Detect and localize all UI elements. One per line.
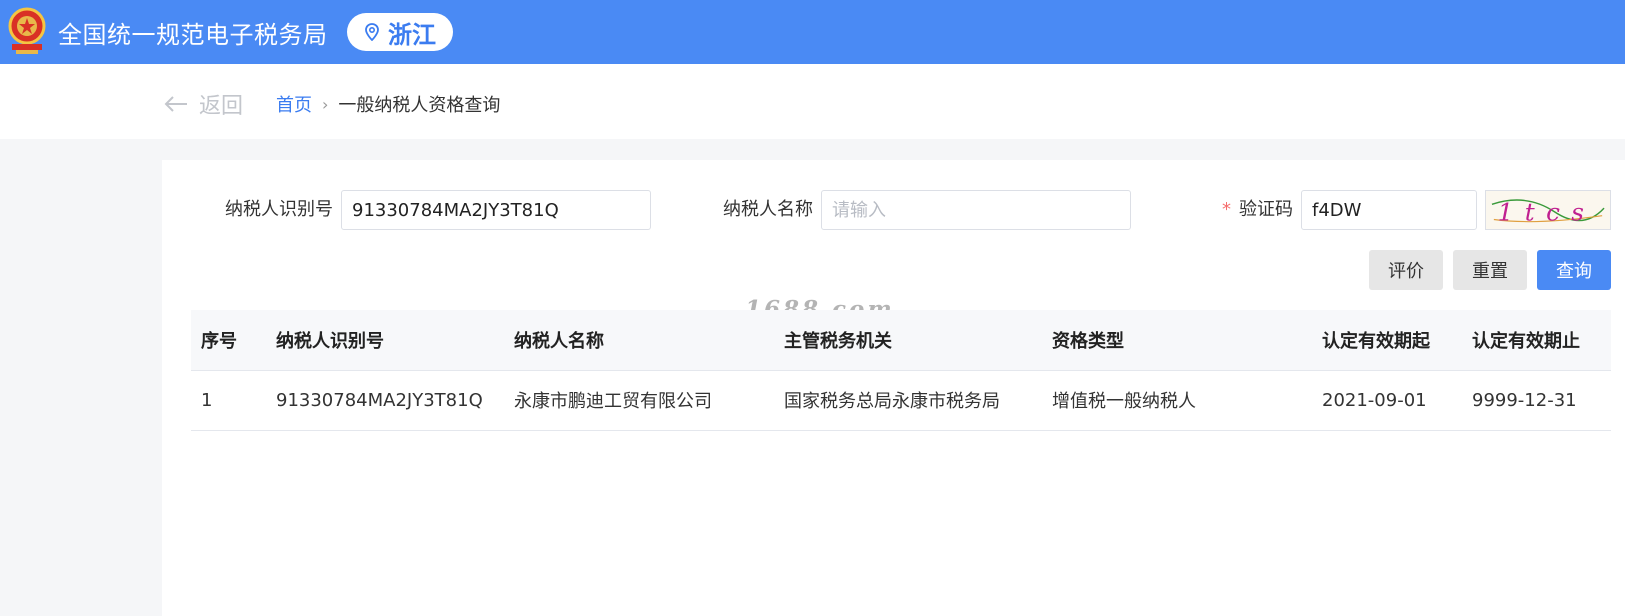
breadcrumb: 首页 › 一般纳税人资格查询 — [276, 91, 500, 117]
taxpayer-name-input[interactable] — [821, 190, 1131, 230]
search-button[interactable]: 查询 — [1537, 250, 1611, 290]
breadcrumb-home[interactable]: 首页 — [276, 91, 312, 117]
column-header-valid-to: 认定有效期止 — [1462, 310, 1611, 371]
top-header: 全国统一规范电子税务局 浙江 — [0, 0, 1625, 64]
column-header-index: 序号 — [191, 310, 266, 371]
column-header-taxpayer-name: 纳税人名称 — [504, 310, 774, 371]
arrow-left-icon — [164, 96, 187, 112]
column-header-qualification-type: 资格类型 — [1042, 310, 1312, 371]
captcha-input[interactable] — [1301, 190, 1477, 230]
site-title: 全国统一规范电子税务局 — [58, 21, 328, 49]
table-row: 1 91330784MA2JY3T81Q 永康市鹏迪工贸有限公司 国家税务总局永… — [191, 370, 1611, 431]
cell-taxpayer-name: 永康市鹏迪工贸有限公司 — [504, 370, 774, 431]
column-header-taxpayer-id: 纳税人识别号 — [266, 310, 504, 371]
cell-index: 1 — [191, 370, 266, 431]
column-header-tax-authority: 主管税务机关 — [774, 310, 1042, 371]
cell-valid-to: 9999-12-31 — [1462, 370, 1611, 431]
cell-valid-from: 2021-09-01 — [1312, 370, 1462, 431]
results-table: 序号 纳税人识别号 纳税人名称 主管税务机关 资格类型 认定有效期起 认定有效期… — [191, 310, 1611, 431]
required-mark: * — [1222, 199, 1231, 220]
taxpayer-name-label: 纳税人名称 — [723, 199, 813, 220]
breadcrumb-separator: › — [322, 94, 329, 114]
back-button[interactable]: 返回 — [163, 88, 243, 120]
taxpayer-id-input[interactable] — [341, 190, 651, 230]
captcha-label-group: * 验证码 — [1222, 190, 1293, 230]
table-header-row: 序号 纳税人识别号 纳税人名称 主管税务机关 资格类型 认定有效期起 认定有效期… — [191, 310, 1611, 371]
column-header-valid-from: 认定有效期起 — [1312, 310, 1462, 371]
breadcrumb-current: 一般纳税人资格查询 — [338, 95, 501, 116]
national-emblem-icon — [8, 7, 46, 54]
back-label: 返回 — [199, 94, 244, 119]
cell-tax-authority: 国家税务总局永康市税务局 — [774, 370, 1042, 431]
captcha-label: 验证码 — [1239, 199, 1293, 220]
cell-qualification-type: 增值税一般纳税人 — [1042, 370, 1312, 431]
location-pin-icon — [365, 23, 379, 41]
reset-button[interactable]: 重置 — [1453, 250, 1527, 290]
evaluate-button[interactable]: 评价 — [1369, 250, 1443, 290]
nav-bar: 返回 首页 › 一般纳税人资格查询 — [0, 64, 1625, 139]
region-selector[interactable]: 浙江 — [347, 13, 453, 51]
cell-taxpayer-id: 91330784MA2JY3T81Q — [266, 370, 504, 431]
taxpayer-id-label: 纳税人识别号 — [225, 199, 333, 220]
captcha-image-text: 1tcs — [1498, 197, 1596, 226]
region-label: 浙江 — [388, 20, 436, 49]
captcha-image[interactable]: 1tcs — [1485, 190, 1611, 230]
